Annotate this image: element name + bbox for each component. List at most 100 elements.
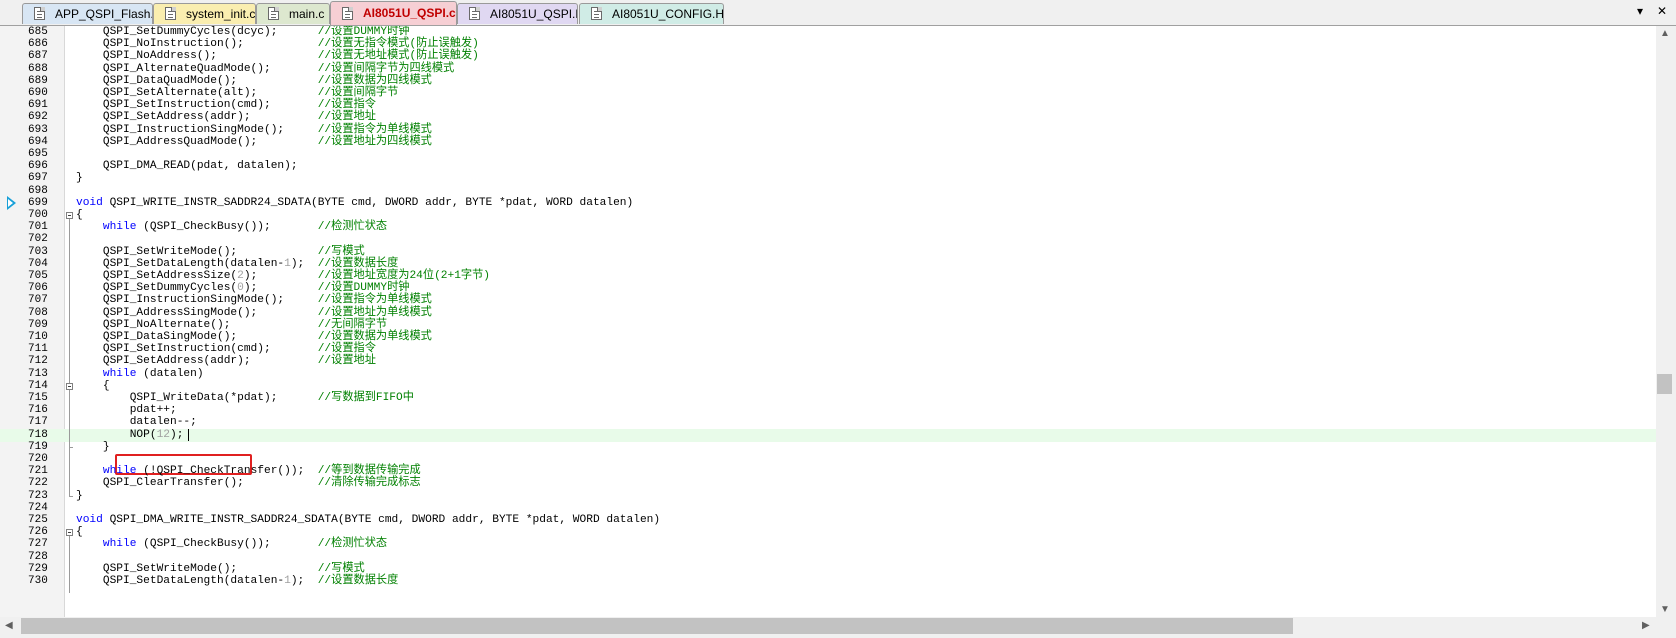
code-comment: //设置地址为单线模式: [317, 306, 432, 319]
close-tab-icon[interactable]: ✕: [1657, 4, 1667, 18]
code-comment: //检测忙状态: [317, 221, 388, 234]
code-text: QSPI_SetDataLength(datalen-1); //设置数据长度: [76, 575, 398, 588]
horizontal-scroll-thumb[interactable]: [21, 618, 1293, 634]
code-text: QSPI_ClearTransfer(); //清除传输完成标志: [76, 477, 421, 490]
vertical-scrollbar[interactable]: [1656, 26, 1673, 617]
code-line[interactable]: 695: [0, 148, 1656, 161]
code-line[interactable]: 713 while (datalen): [0, 368, 1656, 381]
code-line[interactable]: 708 QSPI_AddressSingMode(); //设置地址为单线模式: [0, 307, 1656, 320]
code-segment: QSPI_AddressSingMode();: [76, 306, 318, 319]
code-line[interactable]: 703 QSPI_SetWriteMode(); //写模式: [0, 246, 1656, 259]
code-line[interactable]: 696 QSPI_DMA_READ(pdat, datalen);: [0, 160, 1656, 173]
tab-label: APP_QSPI_Flash.c: [55, 7, 153, 21]
line-number: 703: [28, 245, 48, 258]
line-number: 708: [28, 306, 48, 319]
code-line[interactable]: 727 while (QSPI_CheckBusy()); //检测忙状态: [0, 538, 1656, 551]
code-line[interactable]: 730 QSPI_SetDataLength(datalen-1); //设置数…: [0, 575, 1656, 588]
code-line[interactable]: 692 QSPI_SetAddress(addr); //设置地址: [0, 111, 1656, 124]
code-comment: //设置指令为单线模式: [317, 123, 432, 136]
code-line[interactable]: 709 QSPI_NoAlternate(); //无间隔字节: [0, 319, 1656, 332]
scroll-up-arrow-icon[interactable]: ▲: [1660, 28, 1670, 39]
code-line[interactable]: 723}: [0, 490, 1656, 503]
code-segment: );: [170, 428, 184, 441]
vertical-scroll-thumb[interactable]: [1657, 374, 1672, 394]
code-comment: //设置指令: [317, 343, 376, 356]
fold-toggle-icon[interactable]: [66, 382, 73, 390]
code-comment: //设置地址: [317, 111, 376, 124]
code-line[interactable]: 717 datalen--;: [0, 416, 1656, 429]
code-segment: QSPI_SetAddress(addr);: [76, 111, 318, 124]
tab-system-init-c[interactable]: system_init.c: [153, 3, 256, 24]
code-line[interactable]: 698: [0, 185, 1656, 198]
code-line[interactable]: 699 void QSPI_WRITE_INSTR_SADDR24_SDATA(B…: [0, 197, 1656, 210]
code-line[interactable]: 718 NOP(12);: [0, 428, 1656, 442]
line-number: 713: [28, 367, 48, 380]
code-comment: //设置地址: [317, 355, 376, 368]
line-number: 686: [28, 38, 48, 51]
code-line[interactable]: 722 QSPI_ClearTransfer(); //清除传输完成标志: [0, 477, 1656, 490]
code-comment: //设置间隔字节: [317, 87, 399, 99]
line-number: 701: [28, 221, 48, 234]
code-line[interactable]: 728: [0, 551, 1656, 564]
code-text: while (QSPI_CheckBusy()); //检测忙状态: [76, 221, 387, 234]
code-segment: QSPI_AlternateQuadMode();: [76, 62, 318, 75]
line-number: 688: [28, 62, 48, 75]
code-segment: QSPI_SetAddress(addr);: [76, 355, 318, 368]
tab-ai8051u-config-h[interactable]: AI8051U_CONFIG.H: [579, 3, 724, 24]
tab-ai8051u-qspi-c[interactable]: AI8051U_QSPI.c: [330, 1, 457, 25]
code-line[interactable]: 719 }: [0, 441, 1656, 454]
line-number: 691: [28, 99, 48, 112]
code-line[interactable]: 702: [0, 233, 1656, 246]
line-number: 719: [28, 440, 48, 453]
code-line[interactable]: 694 QSPI_AddressQuadMode(); //设置地址为四线模式: [0, 136, 1656, 149]
code-line[interactable]: 693 QSPI_InstructionSingMode(); //设置指令为单…: [0, 124, 1656, 137]
code-keyword: void: [76, 514, 103, 526]
tab-list-dropdown-icon[interactable]: ▾: [1637, 4, 1643, 18]
code-line[interactable]: 697}: [0, 172, 1656, 185]
line-number: 709: [28, 318, 48, 331]
line-number: 687: [28, 50, 48, 63]
code-comment: //设置DUMMY时钟: [317, 26, 410, 38]
code-line[interactable]: 714 {: [0, 380, 1656, 393]
file-icon: [591, 7, 602, 20]
code-number: 1: [284, 575, 291, 587]
code-comment: //设置数据长度: [317, 575, 399, 587]
code-number: 1: [284, 257, 291, 270]
code-line[interactable]: 725 void QSPI_DMA_WRITE_INSTR_SADDR24_SDA…: [0, 514, 1656, 527]
code-editor[interactable]: 685 QSPI_SetDummyCycles(dcyc); //设置DUMMY…: [0, 26, 1656, 617]
code-line[interactable]: 729 QSPI_SetWriteMode(); //写模式: [0, 563, 1656, 576]
line-number: 700: [28, 209, 48, 221]
code-segment: }: [76, 440, 110, 453]
code-line[interactable]: 715 QSPI_WriteData(*pdat); //写数据到FIFO中: [0, 392, 1656, 405]
code-segment: (QSPI_CheckBusy());: [136, 221, 318, 234]
code-keyword: void: [76, 196, 103, 209]
code-segment: );: [243, 282, 318, 295]
code-text: QSPI_InstructionSingMode(); //设置指令为单线模式: [76, 124, 432, 137]
line-number: 717: [28, 416, 48, 429]
code-line[interactable]: 704 QSPI_SetDataLength(datalen-1); //设置数…: [0, 258, 1656, 271]
code-line[interactable]: 701 while (QSPI_CheckBusy()); //检测忙状态: [0, 221, 1656, 234]
fold-end-mark: [69, 495, 73, 497]
line-number: 706: [28, 282, 48, 295]
scroll-left-arrow-icon[interactable]: ◀: [5, 620, 13, 631]
fold-toggle-icon[interactable]: [66, 212, 73, 219]
file-icon: [34, 7, 45, 20]
tab-app-qspi-flash-c[interactable]: APP_QSPI_Flash.c: [22, 3, 153, 24]
line-number: 694: [28, 135, 48, 148]
tab-ai8051u-qspi-h[interactable]: AI8051U_QSPI.H: [457, 3, 578, 24]
code-line[interactable]: 687 QSPI_NoAddress(); //设置无地址模式(防止误触发): [0, 50, 1656, 63]
scroll-down-arrow-icon[interactable]: ▼: [1660, 604, 1670, 615]
scroll-right-arrow-icon[interactable]: ▶: [1642, 620, 1650, 631]
code-line[interactable]: 716 pdat++;: [0, 404, 1656, 417]
code-line[interactable]: 707 QSPI_InstructionSingMode(); //设置指令为单…: [0, 294, 1656, 307]
code-segment: QSPI_WRITE_INSTR_SADDR24_SDATA(BYTE cmd,…: [102, 196, 634, 209]
line-number: 715: [28, 392, 48, 404]
code-line[interactable]: 712 QSPI_SetAddress(addr); //设置地址: [0, 355, 1656, 368]
code-line[interactable]: 689 QSPI_DataQuadMode(); //设置数据为四线模式: [0, 75, 1656, 88]
tab-main-c[interactable]: main.c: [256, 3, 330, 24]
code-line[interactable]: 724: [0, 502, 1656, 515]
code-comment: //写模式: [317, 562, 365, 575]
code-line[interactable]: 688 QSPI_AlternateQuadMode(); //设置间隔字节为四…: [0, 63, 1656, 76]
fold-toggle-icon[interactable]: [66, 529, 73, 537]
